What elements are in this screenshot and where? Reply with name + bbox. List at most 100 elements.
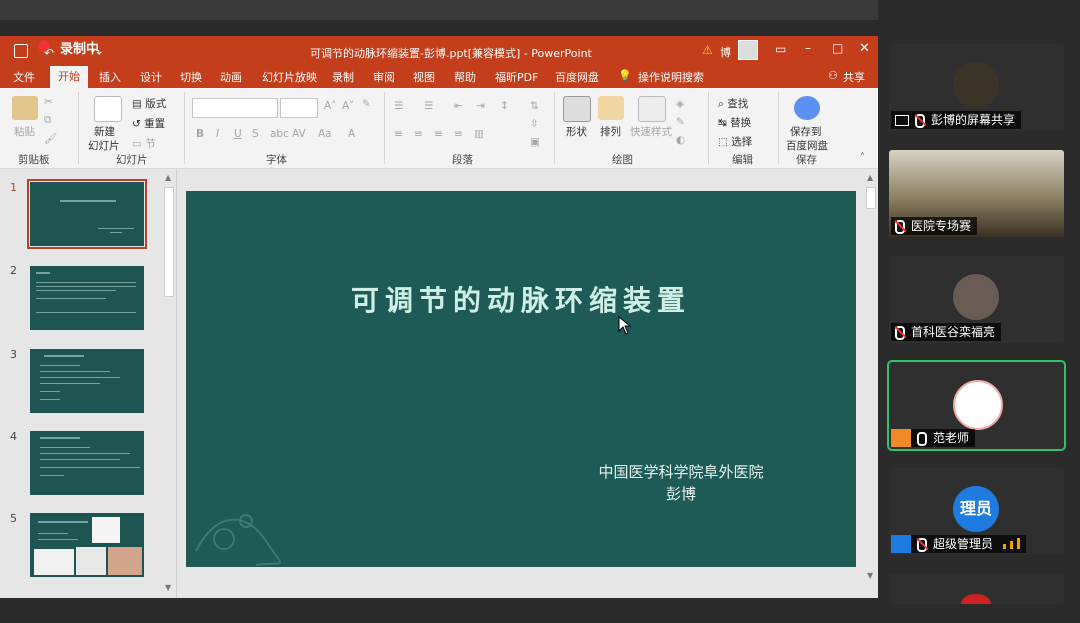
tab-foxit-pdf[interactable]: 福昕PDF — [495, 69, 538, 85]
underline-icon[interactable]: U — [234, 128, 242, 140]
tab-record[interactable]: 录制 — [332, 69, 354, 85]
change-case-icon[interactable]: Aa — [318, 128, 332, 140]
shapes-button[interactable]: 形状 — [566, 124, 587, 139]
baidu-netdisk-icon[interactable] — [794, 96, 820, 120]
mic-muted-icon — [895, 325, 905, 340]
slide-scrollbar[interactable]: ▲ ▼ — [864, 169, 876, 598]
numbering-icon[interactable]: ☰ — [424, 100, 433, 112]
thumbnail-number: 3 — [10, 348, 17, 361]
save-to-netdisk-line1[interactable]: 保存到 — [790, 124, 822, 139]
save-to-netdisk-line2[interactable]: 百度网盘 — [786, 138, 828, 153]
format-painter-icon[interactable]: 🖌 — [44, 132, 57, 145]
smartart-icon[interactable]: ▣ — [530, 136, 540, 148]
clear-format-icon[interactable]: ✎ — [362, 98, 371, 110]
participant-name: 彭博的屏幕共享 — [931, 113, 1016, 127]
tab-view[interactable]: 视图 — [413, 69, 435, 85]
quick-styles-button[interactable]: 快速样式 — [630, 124, 672, 139]
collapse-ribbon-icon[interactable]: ˄ — [860, 152, 865, 163]
shape-fill-icon[interactable]: ◈ — [676, 98, 684, 110]
tab-design[interactable]: 设计 — [140, 69, 162, 85]
align-center-icon[interactable]: ≡ — [414, 128, 423, 140]
current-slide[interactable]: 可调节的动脉环缩装置 中国医学科学院阜外医院 彭博 — [186, 191, 856, 567]
justify-icon[interactable]: ≡ — [454, 128, 463, 140]
participant-tile[interactable]: 首科医谷栾福亮 — [889, 256, 1064, 343]
quick-styles-icon[interactable] — [638, 96, 666, 122]
maximize-icon[interactable]: □ — [832, 41, 843, 55]
participant-tile[interactable]: 医院专场赛 — [889, 150, 1064, 237]
cut-icon[interactable]: ✂ — [44, 96, 53, 108]
paste-button[interactable]: 粘贴 — [14, 124, 35, 139]
tab-baidu-netdisk[interactable]: 百度网盘 — [555, 69, 599, 85]
select-button[interactable]: ⬚ 选择 — [718, 134, 752, 149]
share-button[interactable]: 共享 — [843, 69, 865, 85]
align-left-icon[interactable]: ≡ — [394, 128, 403, 140]
decrease-indent-icon[interactable]: ⇤ — [454, 100, 463, 112]
ribbon-display-icon[interactable]: ▭ — [775, 42, 786, 56]
paste-icon[interactable] — [12, 96, 38, 120]
increase-indent-icon[interactable]: ⇥ — [476, 100, 485, 112]
redo-icon[interactable]: ↷ — [92, 46, 102, 60]
shape-effects-icon[interactable]: ◐ — [676, 134, 685, 146]
grow-font-icon[interactable]: A˄ — [324, 100, 336, 112]
font-size-box[interactable] — [280, 98, 318, 118]
copy-icon[interactable]: ⧉ — [44, 114, 52, 127]
user-name: 博 — [720, 46, 731, 59]
arrange-button[interactable]: 排列 — [600, 124, 621, 139]
slide-thumbnail-5[interactable] — [30, 513, 144, 577]
slide-thumbnail-4[interactable] — [30, 431, 144, 495]
slide-thumbnail-2[interactable] — [30, 266, 144, 330]
shrink-font-icon[interactable]: A˅ — [342, 100, 354, 112]
columns-icon[interactable]: ▥ — [474, 128, 484, 140]
bold-icon[interactable]: B — [196, 128, 204, 140]
find-button[interactable]: ⌕ 查找 — [718, 96, 748, 111]
ribbon: 粘贴 ✂ ⧉ 🖌 剪贴板 新建 幻灯片 ▤ 版式 ↺ 重置 ▭ 节 幻灯片 A˄… — [0, 88, 878, 169]
italic-icon[interactable]: I — [216, 128, 219, 140]
save-icon[interactable] — [14, 44, 28, 58]
participant-tile[interactable]: 理员 超级管理员 — [889, 468, 1064, 555]
reset-label: 重置 — [144, 118, 166, 130]
participant-tile[interactable] — [889, 574, 1064, 604]
shape-outline-icon[interactable]: ✎ — [676, 116, 685, 128]
arrange-icon[interactable] — [598, 96, 624, 120]
bullets-icon[interactable]: ☰ — [394, 100, 403, 112]
minimize-icon[interactable]: – — [805, 41, 811, 55]
align-right-icon[interactable]: ≡ — [434, 128, 443, 140]
close-icon[interactable]: ✕ — [859, 41, 870, 56]
line-spacing-icon[interactable]: ↕ — [500, 100, 509, 112]
shadow-icon[interactable]: S — [252, 128, 259, 140]
tab-insert[interactable]: 插入 — [99, 69, 121, 85]
participant-tile[interactable]: 彭博的屏幕共享 — [889, 44, 1064, 131]
char-spacing-icon[interactable]: AV — [292, 128, 306, 140]
participant-avatar — [953, 274, 999, 320]
replace-button[interactable]: ↹ 替换 — [718, 115, 751, 130]
tab-transitions[interactable]: 切换 — [180, 69, 202, 85]
slide-thumbnail-1[interactable] — [27, 179, 147, 249]
align-text-icon[interactable]: ⇳ — [530, 118, 539, 130]
layout-button[interactable]: ▤ 版式 — [132, 96, 166, 111]
strikethrough-icon[interactable]: abc — [270, 128, 289, 140]
mic-muted-icon — [917, 537, 927, 552]
tab-home[interactable]: 开始 — [50, 66, 88, 88]
new-slide-button[interactable]: 新建 — [94, 124, 115, 139]
tab-file[interactable]: 文件 — [13, 69, 35, 85]
separator — [78, 92, 79, 164]
tab-slideshow[interactable]: 幻灯片放映 — [262, 69, 317, 85]
participant-tile-active-speaker[interactable]: 范老师 — [887, 360, 1066, 451]
user-avatar[interactable] — [738, 40, 758, 60]
tab-help[interactable]: 帮助 — [454, 69, 476, 85]
undo-icon[interactable]: ↶ — [44, 46, 54, 60]
thumbnail-scrollbar[interactable]: ▲ ▼ — [162, 169, 174, 598]
new-slide-icon[interactable] — [94, 96, 122, 122]
font-color-icon[interactable]: A — [348, 128, 355, 140]
font-name-box[interactable] — [192, 98, 278, 118]
new-slide-button-line2[interactable]: 幻灯片 — [88, 138, 120, 153]
tab-review[interactable]: 审阅 — [373, 69, 395, 85]
reset-button[interactable]: ↺ 重置 — [132, 116, 165, 131]
participant-name-bar: 医院专场赛 — [891, 217, 978, 235]
tell-me-search[interactable]: 操作说明搜索 — [638, 69, 704, 85]
text-direction-icon[interactable]: ⇅ — [530, 100, 539, 112]
shapes-icon[interactable] — [563, 96, 591, 122]
slide-thumbnail-3[interactable] — [30, 349, 144, 413]
section-button[interactable]: ▭ 节 — [132, 136, 156, 151]
tab-animations[interactable]: 动画 — [220, 69, 242, 85]
